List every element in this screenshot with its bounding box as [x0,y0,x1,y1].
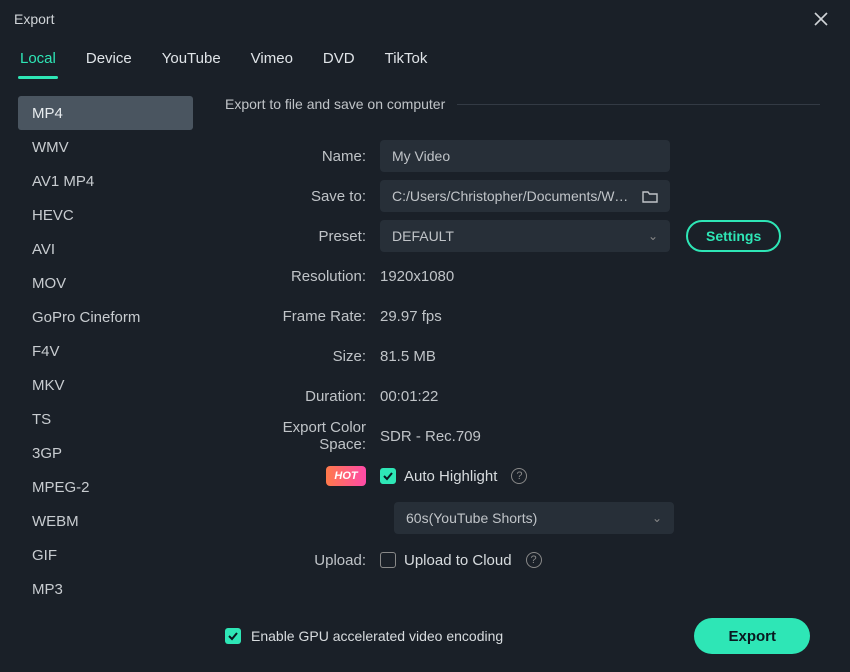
format-item-mkv[interactable]: MKV [18,368,193,402]
upload-label: Upload: [235,552,380,569]
folder-icon [642,189,658,203]
format-item-wmv[interactable]: WMV [18,130,193,164]
saveto-path: C:/Users/Christopher/Documents/Wondersh [392,188,634,204]
name-label: Name: [235,148,380,165]
resolution-label: Resolution: [235,268,380,285]
format-item-mp3[interactable]: MP3 [18,572,193,606]
auto-highlight-help-icon[interactable]: ? [511,468,527,484]
upload-help-icon[interactable]: ? [526,552,542,568]
resolution-value: 1920x1080 [380,268,454,285]
tab-dvd[interactable]: DVD [321,46,357,79]
name-input[interactable]: My Video [380,140,670,172]
main-panel: Export to file and save on computer Name… [195,78,850,672]
duration-label: Duration: [235,388,380,405]
gpu-encoding-checkbox[interactable]: Enable GPU accelerated video encoding [225,628,503,644]
tab-youtube[interactable]: YouTube [160,46,223,79]
highlight-duration-select[interactable]: 60s(YouTube Shorts) ⌄ [394,502,674,534]
hot-badge: HOT [326,466,366,486]
gpu-encoding-label: Enable GPU accelerated video encoding [251,628,503,644]
export-button[interactable]: Export [694,618,810,654]
size-label: Size: [235,348,380,365]
close-icon [814,12,828,26]
name-input-value: My Video [392,148,450,164]
format-sidebar: MP4WMVAV1 MP4HEVCAVIMOVGoPro CineformF4V… [0,78,195,672]
chevron-down-icon: ⌄ [652,511,662,525]
colorspace-value: SDR - Rec.709 [380,428,481,445]
tab-local[interactable]: Local [18,46,58,79]
format-item-mov[interactable]: MOV [18,266,193,300]
highlight-duration-value: 60s(YouTube Shorts) [406,510,537,526]
size-value: 81.5 MB [380,348,436,365]
saveto-label: Save to: [235,188,380,205]
format-item-ts[interactable]: TS [18,402,193,436]
titlebar: Export [0,0,850,38]
auto-highlight-checkbox[interactable]: Auto Highlight [380,468,497,485]
divider [457,104,820,105]
preset-label: Preset: [235,228,380,245]
browse-folder-button[interactable] [642,189,658,203]
tabs-bar: Local Device YouTube Vimeo DVD TikTok [0,38,850,78]
format-item-av1-mp4[interactable]: AV1 MP4 [18,164,193,198]
settings-button[interactable]: Settings [686,220,781,252]
upload-to-cloud-label: Upload to Cloud [404,552,512,569]
framerate-value: 29.97 fps [380,308,442,325]
format-item-gif[interactable]: GIF [18,538,193,572]
framerate-label: Frame Rate: [235,308,380,325]
chevron-down-icon: ⌄ [648,229,658,243]
format-item-avi[interactable]: AVI [18,232,193,266]
footer: Enable GPU accelerated video encoding Ex… [225,604,820,672]
preset-select[interactable]: DEFAULT ⌄ [380,220,670,252]
checkbox-checked-icon [225,628,241,644]
window-title: Export [14,11,54,27]
section-title: Export to file and save on computer [225,96,445,112]
tab-vimeo[interactable]: Vimeo [249,46,295,79]
format-item-webm[interactable]: WEBM [18,504,193,538]
format-item-mp4[interactable]: MP4 [18,96,193,130]
format-item-gopro-cineform[interactable]: GoPro Cineform [18,300,193,334]
tab-device[interactable]: Device [84,46,134,79]
close-button[interactable] [806,4,836,34]
section-header: Export to file and save on computer [225,96,820,112]
checkbox-unchecked-icon [380,552,396,568]
duration-value: 00:01:22 [380,388,438,405]
auto-highlight-label: Auto Highlight [404,468,497,485]
preset-value: DEFAULT [392,228,454,244]
format-item-f4v[interactable]: F4V [18,334,193,368]
saveto-input[interactable]: C:/Users/Christopher/Documents/Wondersh [380,180,670,212]
colorspace-label: Export Color Space: [235,419,380,453]
upload-to-cloud-checkbox[interactable]: Upload to Cloud [380,552,512,569]
format-item-3gp[interactable]: 3GP [18,436,193,470]
checkbox-checked-icon [380,468,396,484]
tab-tiktok[interactable]: TikTok [383,46,430,79]
format-item-hevc[interactable]: HEVC [18,198,193,232]
format-item-mpeg-2[interactable]: MPEG-2 [18,470,193,504]
